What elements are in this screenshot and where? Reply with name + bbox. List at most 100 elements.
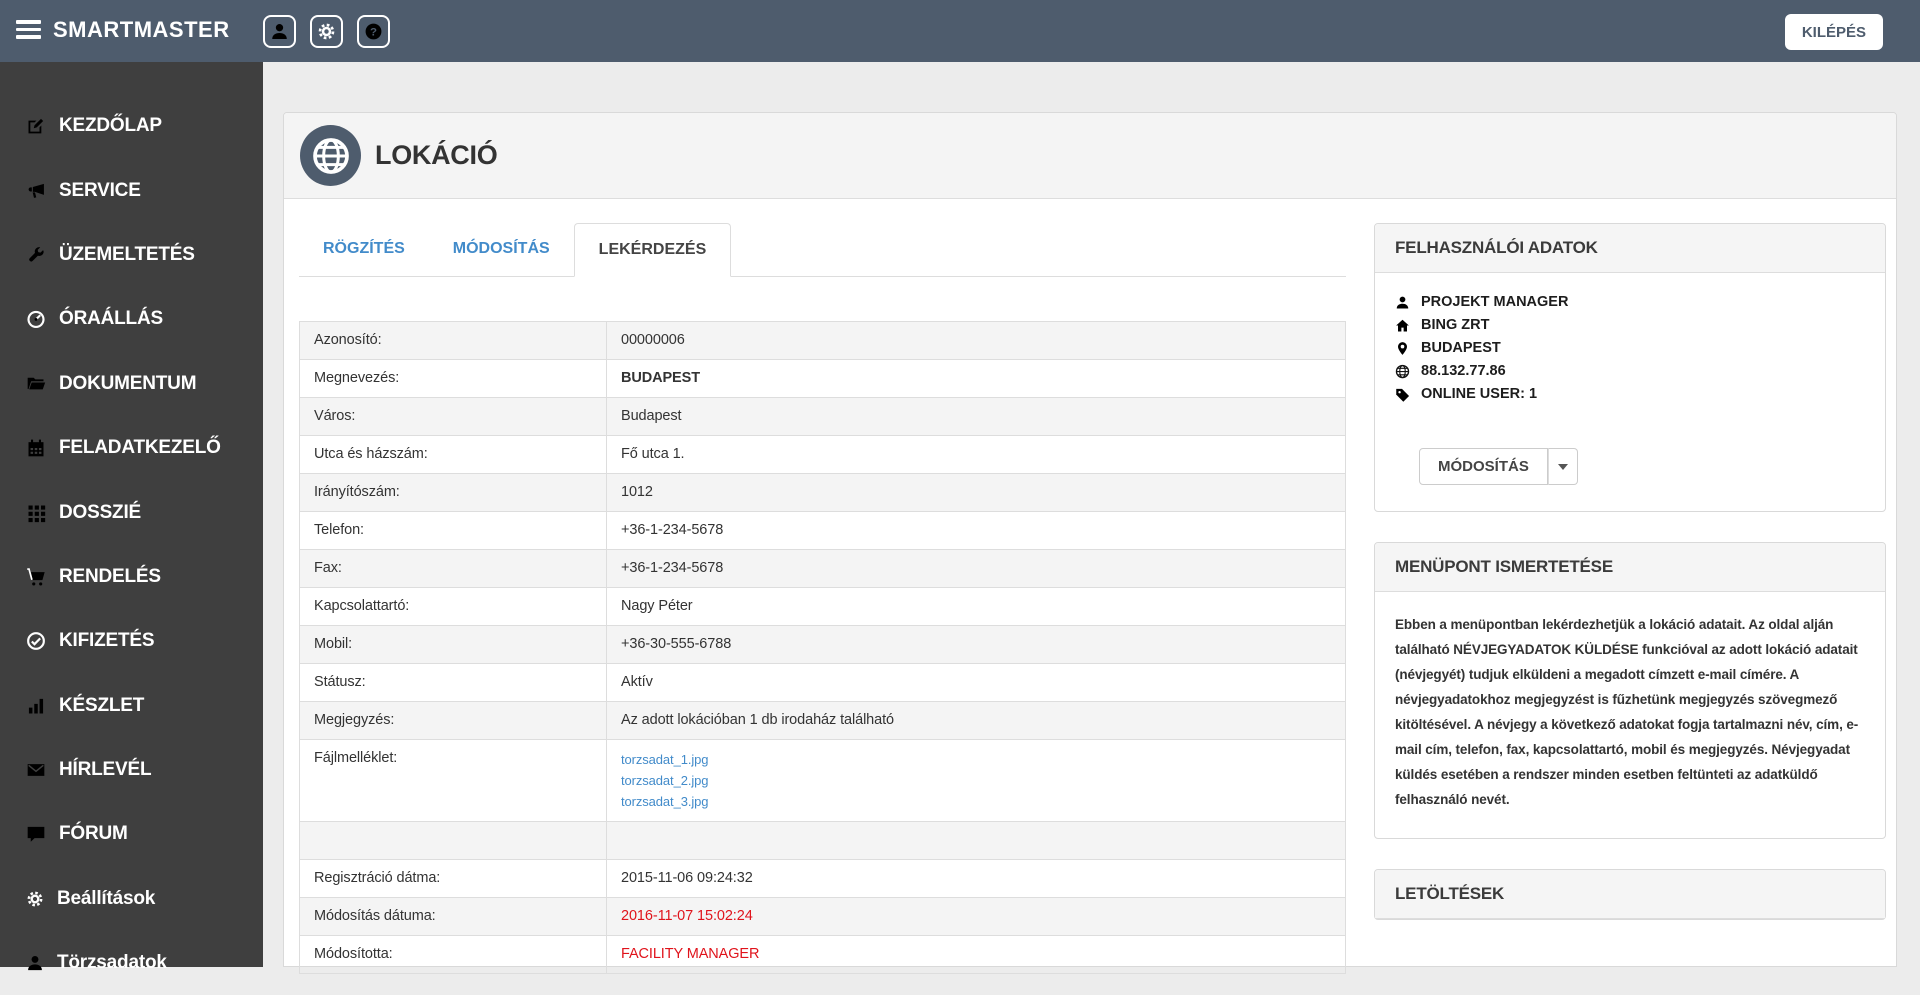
- app-title: SMARTMASTER: [53, 17, 230, 43]
- row-label: Telefon:: [300, 512, 607, 550]
- envelope-icon: [26, 760, 46, 780]
- menu-info-text: Ebben a menüpontban lekérdezhetjük a lok…: [1395, 612, 1865, 812]
- modify-split-button: MÓDOSÍTÁS: [1419, 448, 1578, 485]
- pencil-square-icon: [26, 116, 46, 136]
- row-value: BUDAPEST: [607, 360, 1346, 398]
- row-value: 2015-11-06 09:24:32: [607, 860, 1346, 898]
- sidebar-item-feladatkezelo[interactable]: FELADATKEZELŐ: [0, 416, 263, 480]
- home-icon: [1395, 318, 1410, 333]
- list-item: PROJEKT MANAGER: [1395, 291, 1865, 314]
- sidebar-item-forum[interactable]: FÓRUM: [0, 802, 263, 866]
- location-panel-header: LOKÁCIÓ: [284, 113, 1896, 199]
- sidebar-item-dokumentum[interactable]: DOKUMENTUM: [0, 352, 263, 416]
- table-row: Azonosító: 00000006: [300, 322, 1346, 360]
- menu-icon[interactable]: [16, 20, 41, 43]
- table-row: Státusz: Aktív: [300, 664, 1346, 702]
- caret-down-icon: [1558, 464, 1568, 470]
- row-value: 1012: [607, 474, 1346, 512]
- modify-button[interactable]: MÓDOSÍTÁS: [1419, 448, 1548, 485]
- attachment-link[interactable]: torzsadat_1.jpg: [621, 749, 1331, 770]
- megaphone-icon: [26, 181, 46, 201]
- row-value: [607, 822, 1346, 860]
- attachment-link[interactable]: torzsadat_3.jpg: [621, 791, 1331, 812]
- settings-button[interactable]: [310, 15, 343, 48]
- sidebar-item-keszlet[interactable]: KÉSZLET: [0, 674, 263, 738]
- tab-rogzites[interactable]: RÖGZÍTÉS: [299, 223, 429, 276]
- sidebar-item-rendeles[interactable]: RENDELÉS: [0, 545, 263, 609]
- row-label: Státusz:: [300, 664, 607, 702]
- row-label: Város:: [300, 398, 607, 436]
- row-value: +36-1-234-5678: [607, 512, 1346, 550]
- main-content: LOKÁCIÓ RÖGZÍTÉS MÓDOSÍTÁS LEKÉRDEZÉS Az…: [263, 62, 1920, 967]
- sidebar-item-torzsadatok[interactable]: Törzsadatok: [0, 931, 263, 995]
- row-value: 00000006: [607, 322, 1346, 360]
- sidebar-item-uzemeltetes[interactable]: ÜZEMELTETÉS: [0, 223, 263, 287]
- row-label: Módosítás dátuma:: [300, 898, 607, 936]
- table-row: Mobil: +36-30-555-6788: [300, 626, 1346, 664]
- info-column: FELHASZNÁLÓI ADATOK PROJEKT MANAGER BING…: [1374, 223, 1886, 950]
- grid-icon: [26, 503, 46, 523]
- sidebar-item-beallitasok[interactable]: Beállítások: [0, 867, 263, 931]
- folder-open-icon: [26, 374, 46, 394]
- sidebar-item-oraallas[interactable]: ÓRAÁLLÁS: [0, 287, 263, 351]
- table-row: Megnevezés: BUDAPEST: [300, 360, 1346, 398]
- user-icon: [1395, 295, 1410, 310]
- user-data-panel: FELHASZNÁLÓI ADATOK PROJEKT MANAGER BING…: [1374, 223, 1886, 512]
- table-row: Módosította: FACILITY MANAGER: [300, 936, 1346, 974]
- menu-info-panel: MENÜPONT ISMERTETÉSE Ebben a menüpontban…: [1374, 542, 1886, 839]
- help-button[interactable]: [357, 15, 390, 48]
- sidebar: KEZDŐLAP SERVICE ÜZEMELTETÉS ÓRAÁLLÁS DO…: [0, 62, 263, 967]
- sidebar-item-dosszie[interactable]: DOSSZIÉ: [0, 480, 263, 544]
- user-data-list: PROJEKT MANAGER BING ZRT BUDAPEST: [1395, 291, 1865, 406]
- row-label: Fax:: [300, 550, 607, 588]
- table-row: Város: Budapest: [300, 398, 1346, 436]
- attachment-link[interactable]: torzsadat_2.jpg: [621, 770, 1331, 791]
- globe-icon: [1395, 364, 1410, 379]
- row-label: Fájlmelléklet:: [300, 740, 607, 822]
- page-title: LOKÁCIÓ: [375, 140, 497, 171]
- sidebar-item-kifizetes[interactable]: KIFIZETÉS: [0, 609, 263, 673]
- list-item: BING ZRT: [1395, 314, 1865, 337]
- row-label: Kapcsolattartó:: [300, 588, 607, 626]
- cart-icon: [26, 567, 46, 587]
- gear-icon: [26, 890, 44, 908]
- tab-lekerdezes[interactable]: LEKÉRDEZÉS: [574, 223, 732, 277]
- sidebar-item-service[interactable]: SERVICE: [0, 158, 263, 222]
- tab-modositas[interactable]: MÓDOSÍTÁS: [429, 223, 574, 276]
- comment-icon: [26, 824, 46, 844]
- row-value: 2016-11-07 15:02:24: [607, 898, 1346, 936]
- row-label: Módosította:: [300, 936, 607, 974]
- table-row: Megjegyzés: Az adott lokációban 1 db iro…: [300, 702, 1346, 740]
- check-circle-icon: [26, 631, 46, 651]
- map-marker-icon: [1395, 341, 1410, 356]
- list-item: ONLINE USER: 1: [1395, 383, 1865, 406]
- menu-info-panel-title: MENÜPONT ISMERTETÉSE: [1375, 543, 1885, 592]
- user-icon: [270, 22, 289, 41]
- modify-dropdown-button[interactable]: [1548, 448, 1578, 485]
- details-column: RÖGZÍTÉS MÓDOSÍTÁS LEKÉRDEZÉS Azonosító:…: [299, 223, 1346, 974]
- topbar: SMARTMASTER KILÉPÉS: [0, 0, 1920, 62]
- gauge-icon: [26, 309, 46, 329]
- wrench-icon: [26, 245, 46, 265]
- globe-icon: [300, 125, 361, 186]
- downloads-panel: LETÖLTÉSEK: [1374, 869, 1886, 920]
- sidebar-item-kezdolap[interactable]: KEZDŐLAP: [0, 94, 263, 158]
- row-label: Azonosító:: [300, 322, 607, 360]
- table-row-empty: [300, 822, 1346, 860]
- table-row: Kapcsolattartó: Nagy Péter: [300, 588, 1346, 626]
- table-row: Fax: +36-1-234-5678: [300, 550, 1346, 588]
- help-icon: [364, 22, 383, 41]
- sidebar-item-hirlevel[interactable]: HÍRLEVÉL: [0, 738, 263, 802]
- row-label: [300, 822, 607, 860]
- row-value: FACILITY MANAGER: [607, 936, 1346, 974]
- row-value: Budapest: [607, 398, 1346, 436]
- logout-button[interactable]: KILÉPÉS: [1785, 14, 1883, 50]
- location-details-table: Azonosító: 00000006 Megnevezés: BUDAPEST…: [299, 321, 1346, 974]
- tab-bar: RÖGZÍTÉS MÓDOSÍTÁS LEKÉRDEZÉS: [299, 223, 1346, 277]
- row-value: Aktív: [607, 664, 1346, 702]
- row-label: Megnevezés:: [300, 360, 607, 398]
- user-button[interactable]: [263, 15, 296, 48]
- table-row: Módosítás dátuma: 2016-11-07 15:02:24: [300, 898, 1346, 936]
- bar-chart-icon: [26, 696, 46, 716]
- location-panel: LOKÁCIÓ RÖGZÍTÉS MÓDOSÍTÁS LEKÉRDEZÉS Az…: [283, 112, 1897, 967]
